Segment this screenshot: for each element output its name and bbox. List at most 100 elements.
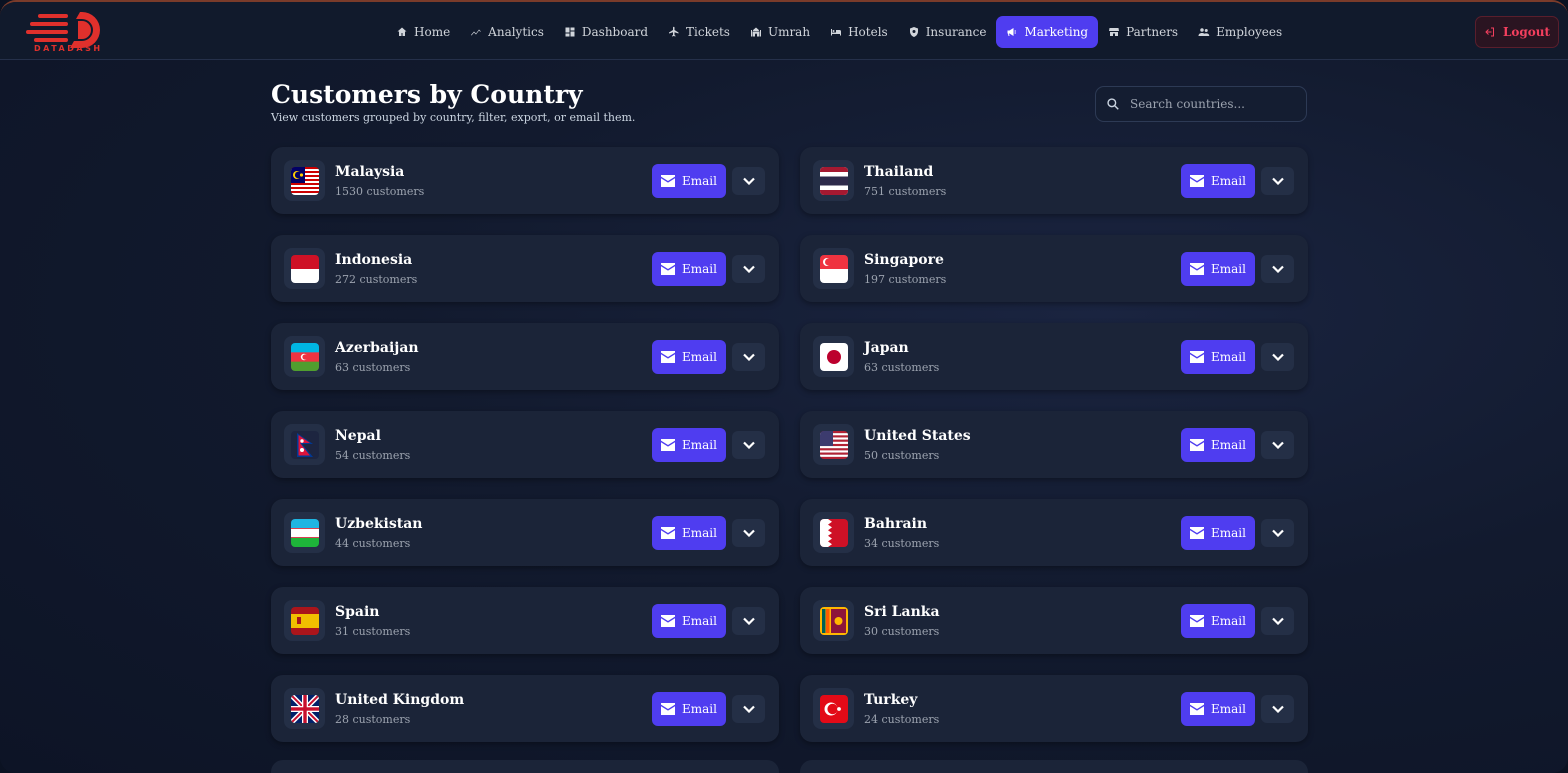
- nav-item-home[interactable]: Home: [386, 16, 460, 48]
- country-card: Azerbaijan 63 customers Email: [271, 323, 779, 390]
- chevron-down-icon: [742, 705, 755, 713]
- country-name: Azerbaijan: [335, 340, 419, 356]
- email-button[interactable]: Email: [652, 340, 726, 374]
- email-button[interactable]: Email: [652, 604, 726, 638]
- customer-count: 54 customers: [335, 449, 411, 462]
- customer-count: 30 customers: [864, 625, 940, 638]
- nav-item-label: Analytics: [488, 25, 544, 39]
- mail-icon: [1190, 351, 1205, 363]
- email-button[interactable]: Email: [1181, 516, 1255, 550]
- email-button[interactable]: Email: [1181, 692, 1255, 726]
- logout-icon: [1485, 27, 1494, 37]
- flag-np-icon: [284, 424, 325, 465]
- email-button[interactable]: Email: [1181, 164, 1255, 198]
- customer-count: 34 customers: [864, 537, 940, 550]
- email-button[interactable]: Email: [652, 692, 726, 726]
- email-button-label: Email: [1211, 350, 1246, 364]
- flag-my-icon: [284, 160, 325, 201]
- country-card: Uzbekistan 44 customers Email: [271, 499, 779, 566]
- email-button[interactable]: Email: [1181, 428, 1255, 462]
- country-name: Thailand: [864, 164, 934, 180]
- flag-az-icon: [284, 336, 325, 377]
- nav-item-dashboard[interactable]: Dashboard: [554, 16, 658, 48]
- country-name: Singapore: [864, 252, 944, 268]
- expand-button[interactable]: [1261, 167, 1294, 195]
- chevron-down-icon: [742, 353, 755, 361]
- flag-id-icon: [284, 248, 325, 289]
- country-card: Spain 31 customers Email: [271, 587, 779, 654]
- shield-icon: [908, 26, 920, 38]
- nav-item-tickets[interactable]: Tickets: [658, 16, 740, 48]
- customer-count: 63 customers: [864, 361, 940, 374]
- nav-item-partners[interactable]: Partners: [1098, 16, 1188, 48]
- chevron-down-icon: [742, 529, 755, 537]
- nav-item-analytics[interactable]: Analytics: [460, 16, 554, 48]
- nav-item-employees[interactable]: Employees: [1188, 16, 1292, 48]
- customer-count: 28 customers: [335, 713, 411, 726]
- nav-item-umrah[interactable]: Umrah: [740, 16, 820, 48]
- expand-button[interactable]: [732, 695, 765, 723]
- nav-item-insurance[interactable]: Insurance: [898, 16, 997, 48]
- expand-button[interactable]: [732, 519, 765, 547]
- mail-icon: [661, 351, 676, 363]
- country-name: Uzbekistan: [335, 516, 423, 532]
- country-card-partial: [271, 760, 779, 773]
- country-card: Bahrain 34 customers Email: [800, 499, 1308, 566]
- email-button[interactable]: Email: [652, 252, 726, 286]
- expand-button[interactable]: [732, 431, 765, 459]
- expand-button[interactable]: [732, 167, 765, 195]
- flag-uz-icon: [284, 512, 325, 553]
- flag-jp-icon: [813, 336, 854, 377]
- mail-icon: [661, 703, 676, 715]
- expand-button[interactable]: [1261, 255, 1294, 283]
- email-button[interactable]: Email: [1181, 340, 1255, 374]
- email-button[interactable]: Email: [1181, 252, 1255, 286]
- chevron-down-icon: [1271, 177, 1284, 185]
- country-name: Bahrain: [864, 516, 928, 532]
- chevron-down-icon: [1271, 265, 1284, 273]
- expand-button[interactable]: [1261, 343, 1294, 371]
- mail-icon: [1190, 439, 1205, 451]
- logout-button[interactable]: Logout: [1475, 16, 1559, 48]
- chevron-down-icon: [1271, 705, 1284, 713]
- email-button-label: Email: [1211, 614, 1246, 628]
- plane-icon: [668, 26, 680, 38]
- email-button[interactable]: Email: [652, 516, 726, 550]
- mail-icon: [1190, 175, 1205, 187]
- nav-item-marketing[interactable]: Marketing: [996, 16, 1099, 48]
- nav-item-label: Umrah: [767, 25, 811, 39]
- expand-button[interactable]: [1261, 519, 1294, 547]
- country-name: Sri Lanka: [864, 604, 940, 620]
- email-button[interactable]: Email: [652, 164, 726, 198]
- logout-label: Logout: [1502, 25, 1551, 39]
- flag-sg-icon: [813, 248, 854, 289]
- expand-button[interactable]: [732, 255, 765, 283]
- country-card: Thailand 751 customers Email: [800, 147, 1308, 214]
- email-button[interactable]: Email: [652, 428, 726, 462]
- mail-icon: [661, 527, 676, 539]
- search-input[interactable]: [1130, 97, 1290, 111]
- email-button[interactable]: Email: [1181, 604, 1255, 638]
- country-name: Japan: [864, 340, 909, 356]
- country-card-partial: [800, 760, 1308, 773]
- expand-button[interactable]: [732, 607, 765, 635]
- customer-count: 1530 customers: [335, 185, 425, 198]
- flag-bh-icon: [813, 512, 854, 553]
- megaphone-icon: [1006, 26, 1018, 38]
- nav-item-label: Home: [414, 25, 451, 39]
- email-button-label: Email: [682, 174, 717, 188]
- nav-item-hotels[interactable]: Hotels: [820, 16, 898, 48]
- country-card: Malaysia 1530 customers Email: [271, 147, 779, 214]
- mail-icon: [1190, 527, 1205, 539]
- country-name: United States: [864, 428, 971, 444]
- mail-icon: [661, 439, 676, 451]
- chevron-down-icon: [1271, 529, 1284, 537]
- expand-button[interactable]: [1261, 431, 1294, 459]
- expand-button[interactable]: [732, 343, 765, 371]
- country-card: United Kingdom 28 customers Email: [271, 675, 779, 742]
- chart-line-icon: [470, 26, 482, 38]
- bed-icon: [830, 26, 842, 38]
- expand-button[interactable]: [1261, 695, 1294, 723]
- expand-button[interactable]: [1261, 607, 1294, 635]
- home-icon: [396, 26, 408, 38]
